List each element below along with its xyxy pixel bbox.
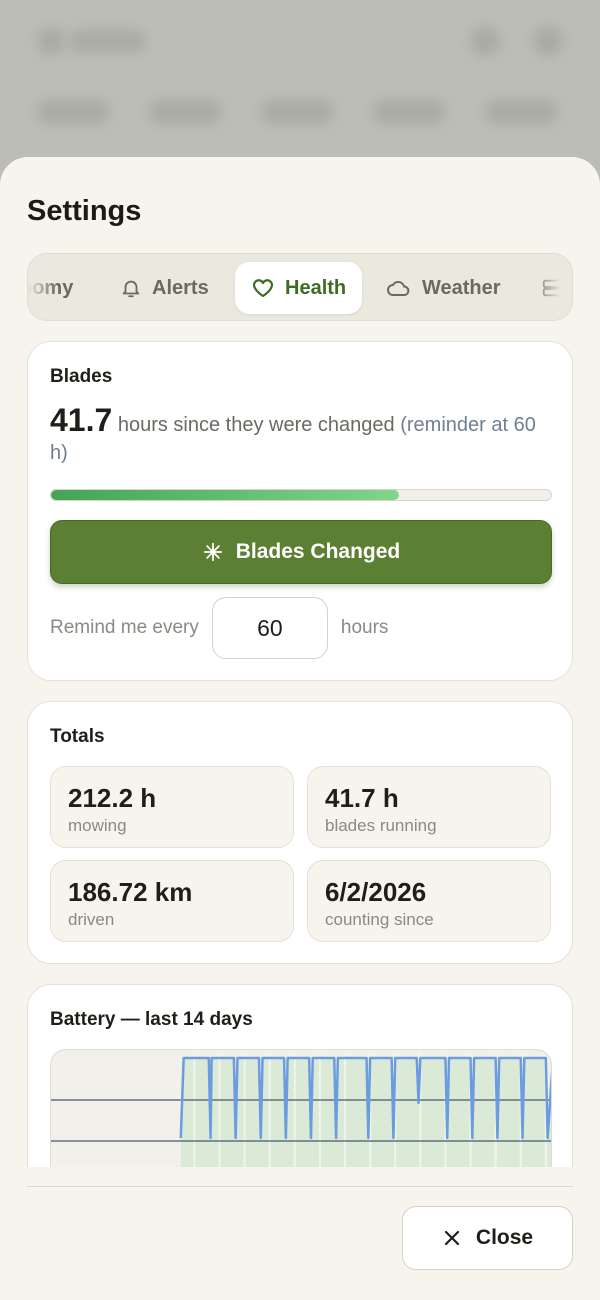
heart-icon bbox=[252, 279, 274, 298]
total-value: 186.72 km bbox=[68, 877, 193, 907]
tab-alerts[interactable]: Alerts bbox=[120, 262, 209, 314]
close-label: Close bbox=[475, 1226, 534, 1249]
remind-prefix: Remind me every bbox=[50, 617, 199, 638]
blades-card: Blades 41.7 hours since they were change… bbox=[27, 341, 573, 681]
blades-hours-value: 41.7 bbox=[50, 402, 113, 438]
total-label: counting since bbox=[325, 910, 434, 929]
background-app bbox=[0, 0, 600, 175]
total-label: mowing bbox=[68, 816, 127, 835]
tabs-fade-left bbox=[28, 254, 58, 320]
tab-health-label: Health bbox=[285, 276, 347, 299]
background-chip bbox=[374, 100, 444, 124]
remind-suffix: hours bbox=[340, 617, 389, 638]
background-icon bbox=[470, 26, 500, 56]
background-title-block bbox=[70, 30, 145, 52]
remind-hours-input[interactable] bbox=[211, 597, 328, 659]
tab-health[interactable]: Health bbox=[235, 262, 363, 314]
remind-row: Remind me every hours bbox=[50, 597, 388, 659]
footer-divider bbox=[27, 1186, 573, 1187]
background-logo bbox=[38, 28, 64, 54]
tab-weather-label: Weather bbox=[422, 276, 501, 299]
background-chip bbox=[486, 100, 556, 124]
sparkle-icon bbox=[203, 542, 222, 562]
blades-title: Blades bbox=[50, 366, 113, 387]
background-chip bbox=[262, 100, 332, 124]
blades-progress-bar bbox=[50, 489, 552, 501]
background-icon bbox=[533, 26, 563, 56]
tab-alerts-label: Alerts bbox=[152, 276, 209, 299]
blades-hours-text: hours since they were changed bbox=[112, 414, 401, 436]
blades-progress-fill bbox=[51, 490, 399, 500]
close-button[interactable]: Close bbox=[402, 1206, 573, 1270]
total-label: driven bbox=[68, 910, 115, 929]
total-tile-blades-running: 41.7 h blades running bbox=[307, 766, 551, 848]
total-value: 41.7 h bbox=[325, 783, 399, 813]
total-value: 212.2 h bbox=[68, 783, 157, 813]
total-tile-counting-since: 6/2/2026 counting since bbox=[307, 860, 551, 942]
total-tile-mowing: 212.2 h mowing bbox=[50, 766, 294, 848]
tabs-fade-right bbox=[532, 254, 572, 320]
blades-changed-label: Blades Changed bbox=[235, 540, 401, 563]
battery-title: Battery — last 14 days bbox=[50, 1009, 253, 1030]
background-chip bbox=[38, 100, 108, 124]
settings-tabs: nomy Alerts Health Weather bbox=[27, 253, 573, 321]
sheet-title: Settings bbox=[27, 195, 142, 227]
blades-changed-button[interactable]: Blades Changed bbox=[50, 520, 552, 584]
settings-sheet: Settings nomy Alerts Health Weather Blad… bbox=[0, 157, 600, 1300]
total-label: blades running bbox=[325, 816, 437, 835]
totals-card: Totals 212.2 h mowing 41.7 h blades runn… bbox=[27, 701, 573, 964]
total-tile-driven: 186.72 km driven bbox=[50, 860, 294, 942]
totals-title: Totals bbox=[50, 726, 105, 747]
blades-hours-stat: 41.7 hours since they were changed (remi… bbox=[50, 404, 555, 467]
tab-weather[interactable]: Weather bbox=[386, 262, 501, 314]
total-value: 6/2/2026 bbox=[325, 877, 427, 907]
close-icon bbox=[444, 1230, 460, 1246]
background-chip bbox=[150, 100, 220, 124]
bell-icon bbox=[122, 280, 140, 298]
cloud-icon bbox=[387, 281, 410, 296]
